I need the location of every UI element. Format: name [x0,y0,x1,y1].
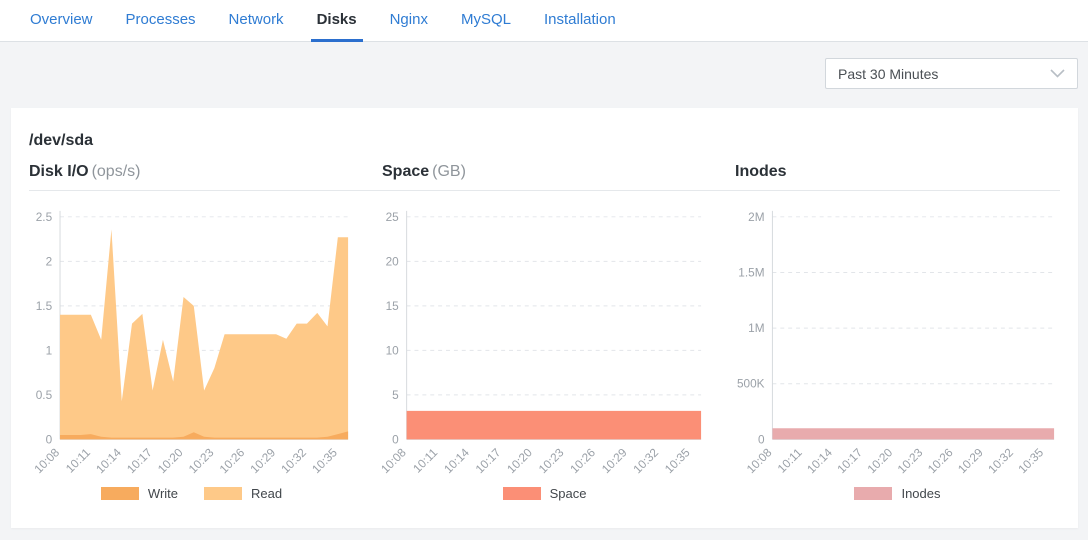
chart-title-disk-io: Disk I/O(ops/s) [29,163,354,181]
space-chart: 0 5 10 15 20 25 10:0810:1110:1410:1710:2010:23… [382,205,707,501]
legend-item-space: Space [503,486,587,501]
charts-row: 00.511.522.510:0810:1110:1410:1710:2010:… [29,205,1060,501]
y-axis-label: 500K [737,377,765,391]
tab-disks[interactable]: Disks [311,0,363,42]
inodes-chart: 0500K1M1.5M2M10:0810:1110:1410:1710:2010… [735,205,1060,501]
x-axis-label: 10:23 [536,445,567,476]
x-axis-label: 10:32 [630,445,661,476]
x-axis-label: 10:26 [567,445,598,476]
x-axis-label: 10:11 [410,445,440,475]
y-axis-label: 0.5 [36,388,53,402]
x-axis-label: 10:17 [473,445,504,476]
legend-item-write: Write [101,486,178,501]
legend-swatch [503,487,541,500]
y-axis-label: 2 [46,254,53,268]
x-axis-label: 10:32 [278,445,309,476]
legend-item-inodes: Inodes [854,486,940,501]
legend-label: Space [550,486,587,501]
series-area-read [60,229,348,439]
tab-nginx[interactable]: Nginx [384,0,434,42]
y-axis-label: 1.5M [738,265,764,279]
x-axis-label: 10:11 [775,445,805,475]
y-axis-label: 1 [46,343,53,357]
tab-processes[interactable]: Processes [120,0,202,42]
time-range-select[interactable]: Past 30 Minutes [825,58,1078,89]
x-axis-label: 10:17 [834,445,865,476]
y-axis-label: 20 [386,254,400,268]
x-axis-label: 10:17 [124,445,155,476]
legend-swatch [204,487,242,500]
space-legend: Space [382,486,707,501]
y-axis-label: 2M [748,210,764,224]
disk-io-chart: 00.511.522.510:0810:1110:1410:1710:2010:… [29,205,354,501]
x-axis-label: 10:35 [309,445,340,476]
x-axis-label: 10:20 [504,445,535,476]
y-axis-label: 15 [386,299,400,313]
legend-label: Write [148,486,178,501]
y-axis-label: 25 [386,210,400,224]
x-axis-label: 10:32 [985,445,1016,476]
legend-swatch [101,487,139,500]
y-axis-label: 5 [392,388,399,402]
x-axis-label: 10:08 [744,445,775,476]
y-axis-label: 10 [386,343,400,357]
y-axis-label: 2.5 [36,210,53,224]
inodes-legend: Inodes [735,486,1060,501]
chart-unit: (GB) [432,163,466,180]
chart-titles-row: Disk I/O(ops/s) Space(GB) Inodes [29,163,1060,191]
y-axis-label: 1.5 [36,299,53,313]
chart-title-text: Inodes [735,163,787,180]
disk-io-plot: 00.511.522.510:0810:1110:1410:1710:2010:… [29,205,354,486]
time-range-value: Past 30 Minutes [838,66,938,82]
space-plot: 0 5 10 15 20 25 10:0810:1110:1410:1710:2010:23… [382,205,707,486]
x-axis-label: 10:08 [382,445,409,476]
x-axis-label: 10:29 [599,445,630,476]
legend-swatch [854,487,892,500]
series-area-space [407,411,701,439]
y-axis-label: 0 [46,432,53,446]
controls-row: Past 30 Minutes [0,42,1088,89]
legend-item-read: Read [204,486,282,501]
x-axis-label: 10:14 [804,445,835,476]
tab-overview[interactable]: Overview [24,0,99,42]
x-axis-label: 10:08 [31,445,62,476]
x-axis-label: 10:14 [441,445,472,476]
x-axis-label: 10:26 [217,445,248,476]
disk-panel: /dev/sda Disk I/O(ops/s) Space(GB) Inode… [11,108,1078,528]
x-axis-label: 10:20 [864,445,895,476]
tab-mysql[interactable]: MySQL [455,0,517,42]
chart-unit: (ops/s) [92,163,141,180]
tab-network[interactable]: Network [223,0,290,42]
x-axis-label: 10:23 [895,445,926,476]
series-area-inodes [772,428,1054,439]
x-axis-label: 10:11 [63,445,93,475]
x-axis-label: 10:29 [955,445,986,476]
chevron-down-icon [1050,69,1065,78]
chart-title-inodes: Inodes [735,163,1060,181]
x-axis-label: 10:29 [247,445,278,476]
x-axis-label: 10:14 [93,445,124,476]
y-axis-label: 1M [748,321,764,335]
y-axis-label: 0 [758,432,765,446]
legend-label: Read [251,486,282,501]
x-axis-label: 10:23 [186,445,217,476]
inodes-plot: 0500K1M1.5M2M10:0810:1110:1410:1710:2010… [735,205,1060,486]
x-axis-label: 10:20 [155,445,186,476]
chart-title-space: Space(GB) [382,163,707,181]
tab-installation[interactable]: Installation [538,0,622,42]
x-axis-label: 10:35 [662,445,693,476]
legend-label: Inodes [901,486,940,501]
tab-bar: Overview Processes Network Disks Nginx M… [0,0,1088,42]
chart-title-text: Disk I/O [29,163,89,180]
x-axis-label: 10:35 [1015,445,1046,476]
disk-io-legend: Write Read [29,486,354,501]
chart-title-text: Space [382,163,429,180]
y-axis-label: 0 [392,432,399,446]
panel-title: /dev/sda [29,132,1060,150]
x-axis-label: 10:26 [925,445,956,476]
